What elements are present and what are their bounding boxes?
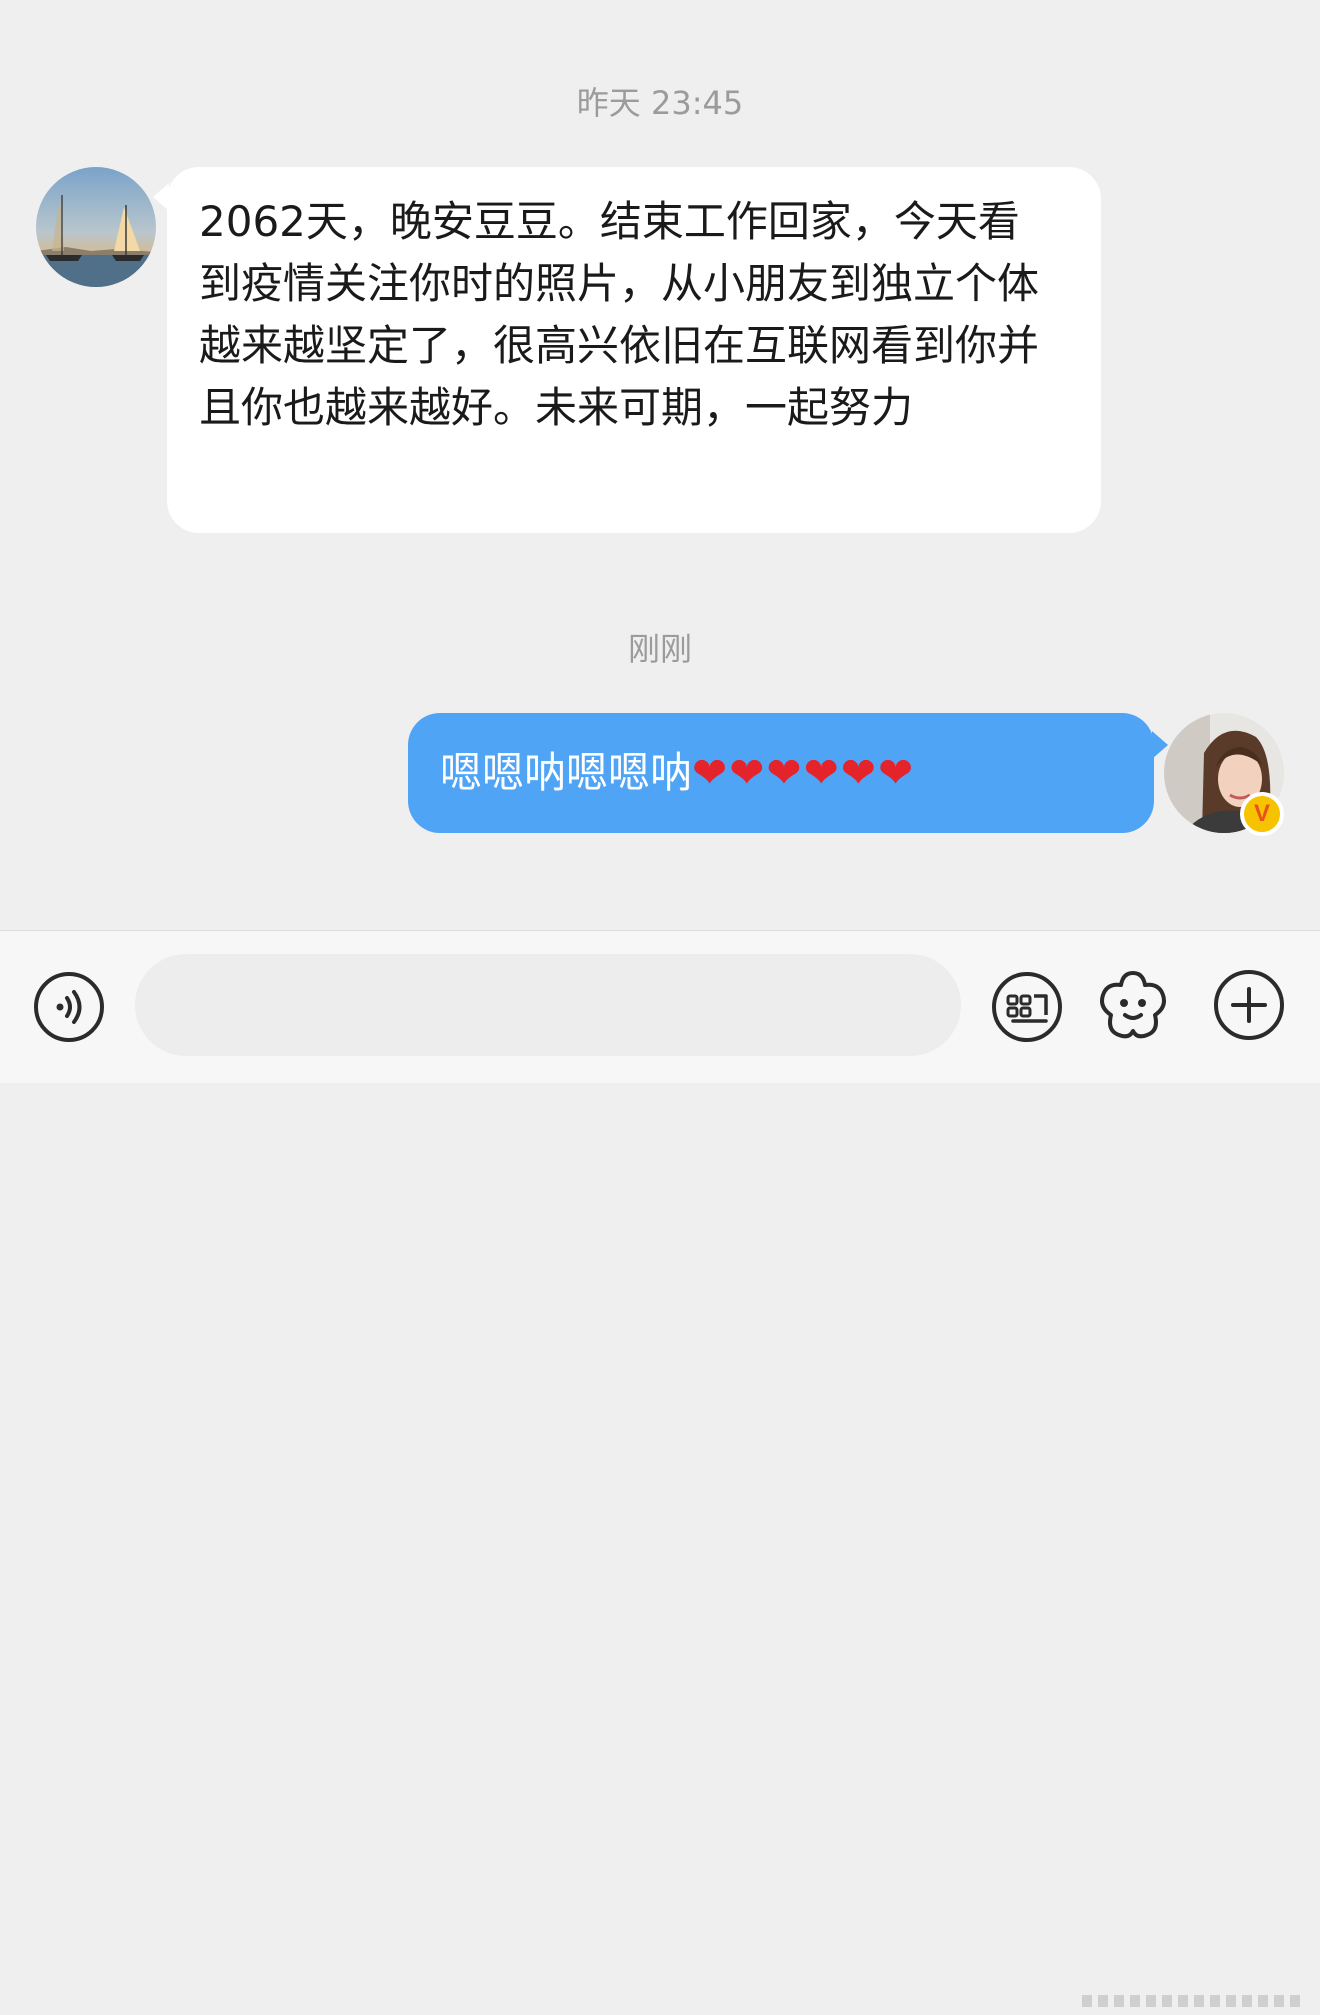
incoming-message-bubble[interactable]: 2062天，晚安豆豆。结束工作回家，今天看到疫情关注你时的照片，从小朋友到独立个… <box>153 167 1101 533</box>
sailboat-photo <box>36 167 156 287</box>
contact-avatar[interactable] <box>36 167 156 287</box>
emoji-face-icon[interactable] <box>1097 969 1169 1041</box>
watermark-dots <box>1082 1993 1308 2011</box>
chat-area: 昨天 23:45 2062天，晚安豆豆。结束工作回家，今天看到疫情关注你时的照片… <box>0 0 1320 930</box>
keyboard-icon[interactable] <box>991 971 1063 1043</box>
message-input[interactable] <box>135 954 961 1056</box>
verified-letter: V <box>1253 800 1270 827</box>
message-timestamp: 昨天 23:45 <box>576 84 744 122</box>
outgoing-message-text: 嗯嗯呐嗯嗯呐 <box>440 748 693 797</box>
outgoing-message-bubble[interactable]: 嗯嗯呐嗯嗯呐❤❤❤❤❤❤ <box>408 713 1168 833</box>
bubble-tail <box>153 183 169 211</box>
input-bar <box>0 930 1320 2007</box>
incoming-message-text: 2062天，晚安豆豆。结束工作回家，今天看到疫情关注你时的照片，从小朋友到独立个… <box>199 197 1040 432</box>
message-timestamp: 刚刚 <box>627 630 692 668</box>
plus-icon[interactable] <box>1213 969 1285 1041</box>
voice-wave-icon[interactable] <box>33 971 105 1043</box>
verified-badge: V <box>1240 792 1284 836</box>
heart-emoji-icon: ❤❤❤❤❤❤ <box>692 748 916 797</box>
